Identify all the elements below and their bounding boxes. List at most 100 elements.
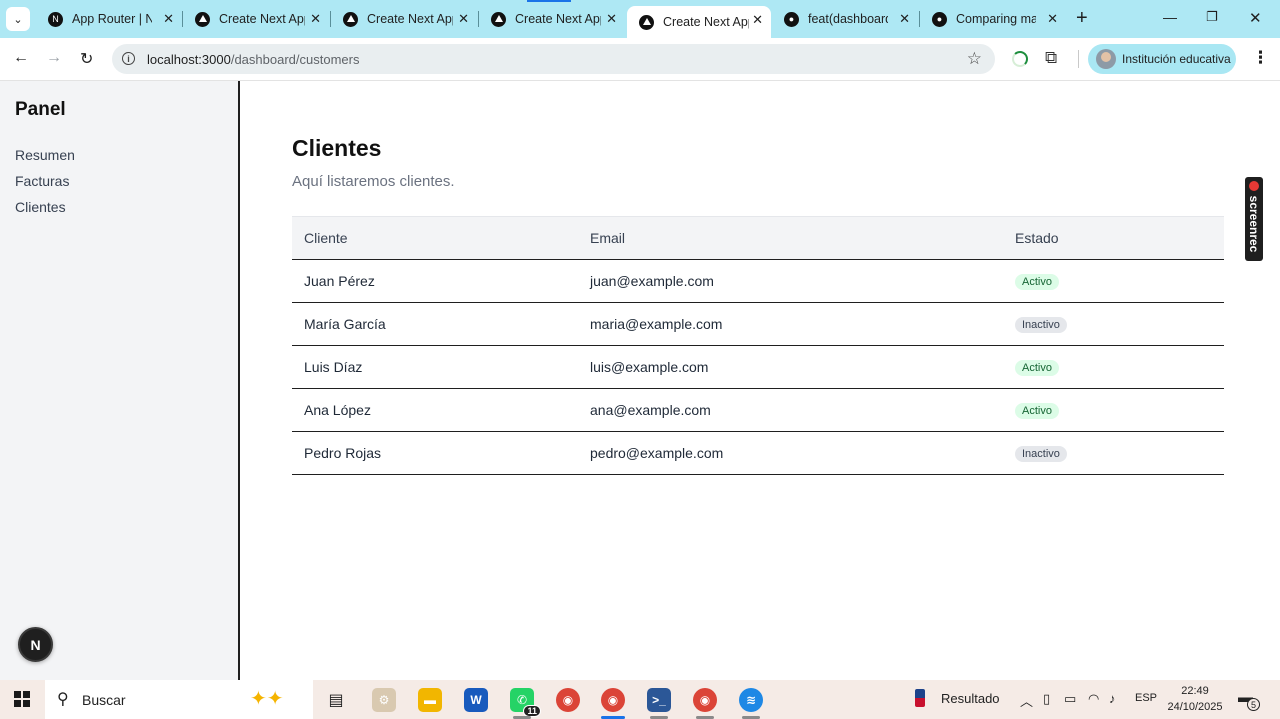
vercel-triangle-icon (343, 11, 358, 27)
taskbar-search-box[interactable]: ⚲ Buscar ✦✦ (45, 680, 313, 719)
tab-create-next-app-active[interactable]: Create Next App ✕ (627, 6, 771, 38)
table-row: Pedro Rojas pedro@example.com Inactivo (292, 431, 1224, 475)
tab-close-icon[interactable]: ✕ (163, 11, 174, 27)
copilot-sparkle-icon: ✦✦ (250, 688, 284, 710)
vercel-triangle-icon (195, 11, 210, 27)
tab-app-router[interactable]: N App Router | Next.js ✕ (36, 6, 182, 32)
url-text[interactable]: localhost:3000/dashboard/customers (147, 52, 359, 67)
record-dot-icon (1249, 181, 1259, 191)
tab-create-next-app-2[interactable]: Create Next App ✕ (331, 6, 477, 32)
tab-github-comparing[interactable]: ● Comparing main ✕ (920, 6, 1066, 32)
windows-taskbar: ⚲ Buscar ✦✦ ▤ ⚙ ▬ W ✆ 11 ◉ ◉ >_ ◉ ≋ Resul… (0, 680, 1280, 719)
page-subtitle: Aquí listaremos clientes. (292, 173, 455, 190)
powershell-icon[interactable]: >_ (647, 688, 671, 719)
chrome-profile-icon[interactable]: ◉ (601, 688, 625, 719)
clock-time: 22:49 (1181, 685, 1209, 697)
language-indicator[interactable]: ESP (1135, 692, 1157, 704)
sidebar-brand: Panel (15, 99, 66, 120)
wifi-icon[interactable]: ◠ (1088, 691, 1099, 707)
system-clock[interactable]: 22:49 24/10/2025 (1160, 683, 1230, 715)
news-widget[interactable]: Resultado (915, 689, 1000, 707)
back-arrow-icon[interactable]: ← (13, 49, 29, 67)
tab-close-icon[interactable]: ✕ (1047, 11, 1058, 27)
bookmark-star-icon[interactable]: ☆ (967, 49, 982, 69)
task-view-icon[interactable]: ▤ (324, 688, 348, 712)
tab-create-next-app-1[interactable]: Create Next App ✕ (183, 6, 329, 32)
file-explorer-icon[interactable]: ⚙ (372, 688, 396, 712)
screenrec-recording-widget[interactable]: screenrec (1245, 177, 1263, 261)
chrome-icon[interactable]: ◉ (556, 688, 580, 712)
notification-count: 5 (1247, 698, 1260, 711)
profile-button[interactable]: Institución educativa (1088, 44, 1236, 74)
address-bar[interactable]: i localhost:3000/dashboard/customers ☆ (112, 44, 995, 74)
loading-spinner-icon (1012, 51, 1028, 67)
table-row: Ana López ana@example.com Activo (292, 388, 1224, 432)
site-info-icon[interactable]: i (122, 52, 135, 65)
customer-name: Pedro Rojas (292, 431, 578, 475)
volume-icon[interactable]: ♪ (1109, 691, 1116, 706)
tab-title: Create Next App (219, 12, 305, 26)
reload-icon[interactable]: ↻ (80, 49, 93, 69)
close-window-icon[interactable]: ✕ (1249, 9, 1262, 27)
customer-name: Juan Pérez (292, 259, 578, 303)
sidebar: Panel Resumen Facturas Clientes N (0, 81, 240, 680)
tab-close-icon[interactable]: ✕ (752, 12, 763, 28)
table-row: Luis Díaz luis@example.com Activo (292, 345, 1224, 389)
page-viewport: Panel Resumen Facturas Clientes N Client… (0, 81, 1280, 680)
customer-name: Ana López (292, 388, 578, 432)
tab-github-feat-dashboard[interactable]: ● feat(dashboard): ✕ (772, 6, 918, 32)
status-cell: Activo (1003, 259, 1224, 303)
customer-email: pedro@example.com (578, 431, 1003, 475)
chrome-second-icon[interactable]: ◉ (693, 688, 717, 719)
tab-close-icon[interactable]: ✕ (606, 11, 617, 27)
nextjs-icon: N (48, 11, 63, 27)
nextjs-dev-tools-button[interactable]: N (18, 627, 53, 662)
sidebar-item-facturas[interactable]: Facturas (15, 173, 69, 189)
tab-search-chevron-icon[interactable]: ⌄ (6, 7, 30, 31)
clock-date: 24/10/2025 (1167, 701, 1223, 713)
browser-menu-kebab-icon[interactable]: ⋮ (1252, 48, 1269, 68)
table-header-row: Cliente Email Estado (292, 216, 1224, 260)
table-row: Juan Pérez juan@example.com Activo (292, 259, 1224, 303)
vercel-triangle-icon (639, 14, 654, 30)
word-icon[interactable]: W (464, 688, 488, 712)
tab-close-icon[interactable]: ✕ (899, 11, 910, 27)
vercel-triangle-icon (491, 11, 506, 27)
windows-start-icon[interactable] (14, 691, 30, 707)
browser-toolbar: ← → ↻ i localhost:3000/dashboard/custome… (0, 38, 1280, 81)
folder-icon[interactable]: ▬ (418, 688, 442, 712)
whatsapp-unread-count: 11 (523, 705, 541, 717)
minimize-icon[interactable]: — (1163, 9, 1177, 25)
device-icon[interactable]: ▯ (1043, 691, 1050, 707)
screenrec-label: screenrec (1247, 195, 1261, 253)
tab-close-icon[interactable]: ✕ (458, 11, 469, 27)
table-row: María García maria@example.com Inactivo (292, 302, 1224, 346)
status-badge: Activo (1015, 274, 1059, 290)
battery-icon[interactable]: ▭ (1064, 691, 1076, 707)
toolbar-divider (1078, 50, 1079, 68)
new-tab-plus-icon[interactable]: + (1076, 8, 1088, 28)
notification-center-icon[interactable]: ▬ 5 (1238, 689, 1260, 711)
tab-create-next-app-3[interactable]: Create Next App ✕ (479, 6, 625, 32)
docker-icon[interactable]: ≋ (739, 688, 763, 719)
avatar (1096, 49, 1116, 69)
tab-title: App Router | Next.js (72, 12, 152, 26)
show-hidden-icons-chevron-icon[interactable]: ︿ (1020, 691, 1033, 710)
taskbar-search-placeholder: Buscar (82, 692, 126, 708)
sidebar-item-clientes[interactable]: Clientes (15, 199, 66, 215)
forward-arrow-icon[interactable]: → (46, 49, 62, 67)
customer-email: luis@example.com (578, 345, 1003, 389)
sidebar-item-resumen[interactable]: Resumen (15, 147, 75, 163)
whatsapp-icon[interactable]: ✆ 11 (510, 688, 541, 719)
page-title: Clientes (292, 135, 382, 161)
extensions-puzzle-icon[interactable]: ⧉ (1045, 48, 1057, 68)
tab-title: Create Next App (663, 15, 749, 29)
tab-close-icon[interactable]: ✕ (310, 11, 321, 27)
status-cell: Inactivo (1003, 302, 1224, 346)
status-cell: Activo (1003, 345, 1224, 389)
restore-icon[interactable]: ❐ (1206, 9, 1218, 25)
status-cell: Activo (1003, 388, 1224, 432)
github-icon: ● (784, 11, 799, 27)
url-path: /dashboard/customers (230, 52, 360, 67)
browser-tab-strip: ⌄ N App Router | Next.js ✕ Create Next A… (0, 0, 1280, 38)
